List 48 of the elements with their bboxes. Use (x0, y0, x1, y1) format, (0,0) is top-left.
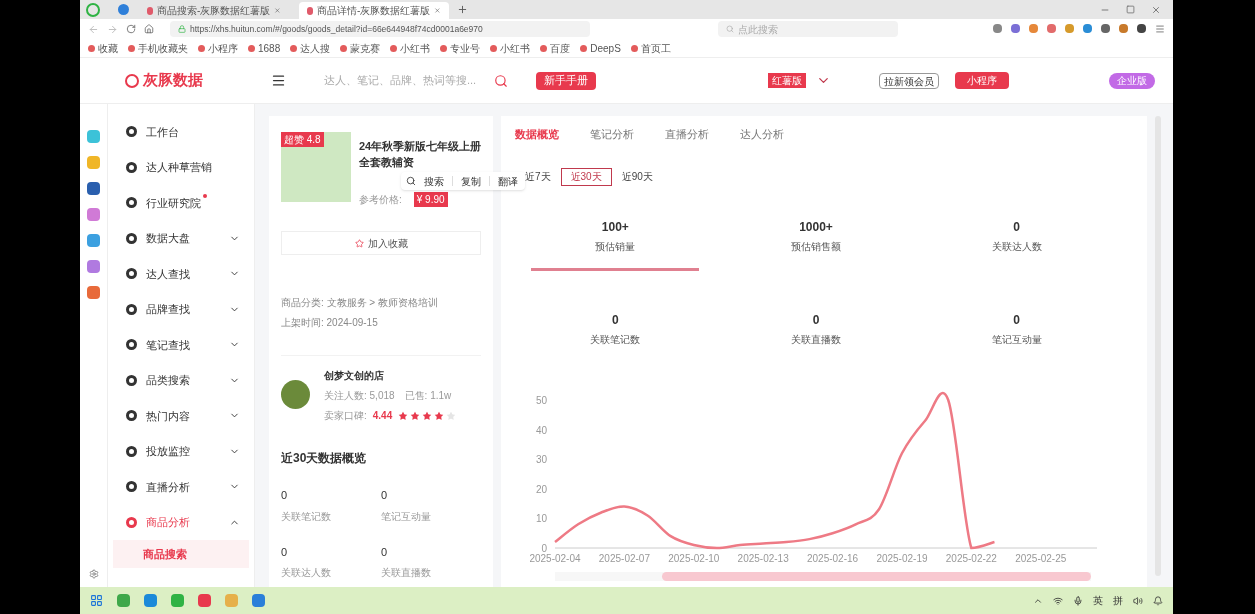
stat-value: 0 (381, 544, 389, 560)
stat-label: 关联直播数 (381, 566, 432, 580)
price-tag: ¥ 9.90 (413, 192, 448, 207)
followers-count: 关注人数: 5,018 (324, 389, 395, 403)
metric-value: 0 (1013, 218, 1020, 236)
x-tick-label: 2025-02-13 (737, 552, 789, 564)
category-text: 商品分类: 文教服务 > 教师资格培训 (281, 296, 439, 310)
rating-value: 4.44 (372, 409, 393, 423)
x-tick-label: 2025-02-22 (945, 552, 997, 564)
rating-label: 卖家口碑: (324, 409, 367, 423)
metric-value: 100+ (601, 218, 629, 236)
stat-label: 关联笔记数 (281, 509, 332, 524)
listed-date: 上架时间: 2024-09-15 (281, 316, 379, 330)
metric-label: 预估销售额 (791, 239, 841, 254)
y-tick-label: 20 (535, 483, 547, 495)
x-tick-label: 2025-02-19 (876, 552, 928, 564)
stat-value: 0 (281, 544, 289, 560)
metric-value: 0 (1013, 311, 1020, 329)
y-tick-label: 50 (535, 394, 547, 406)
metric-value: 0 (612, 311, 619, 329)
shop-name: 创梦文创的店 (324, 369, 385, 383)
section-title: 近30天数据概览 (281, 450, 368, 467)
metric-value: 0 (812, 311, 820, 329)
sold-count: 已售: 1.1w (404, 389, 452, 403)
metric-value: 1000+ (799, 218, 833, 236)
y-tick-label: 0 (541, 542, 547, 554)
x-tick-label: 2025-02-25 (1015, 552, 1067, 564)
stat-value: 0 (381, 488, 389, 503)
logo-text: 灰豚数据 (143, 70, 203, 91)
x-tick-label: 2025-02-07 (598, 552, 650, 564)
y-tick-label: 40 (535, 424, 547, 436)
metric-label: 预估销量 (595, 239, 636, 254)
metric-label: 笔记互动量 (991, 332, 1042, 347)
stat-value: 0 (281, 488, 289, 503)
metric-label: 关联笔记数 (590, 332, 641, 347)
x-tick-label: 2025-02-10 (668, 552, 720, 564)
y-tick-label: 30 (535, 453, 547, 465)
metric-label: 关联达人数 (991, 239, 1042, 254)
x-tick-label: 2025-02-16 (807, 552, 859, 564)
y-tick-label: 10 (535, 512, 547, 524)
rating-badge: 超赞 4.8 (281, 132, 324, 147)
product-title: 24年秋季新版七年级上册全套教辅资 (359, 139, 483, 170)
x-tick-label: 2025-02-04 (529, 552, 581, 564)
stat-label: 关联达人数 (281, 566, 332, 580)
edition-badge: 红薯版 (768, 73, 806, 88)
metric-label: 关联直播数 (791, 332, 841, 347)
price-label: 参考价格: (359, 193, 402, 207)
stat-label: 笔记互动量 (381, 509, 432, 524)
